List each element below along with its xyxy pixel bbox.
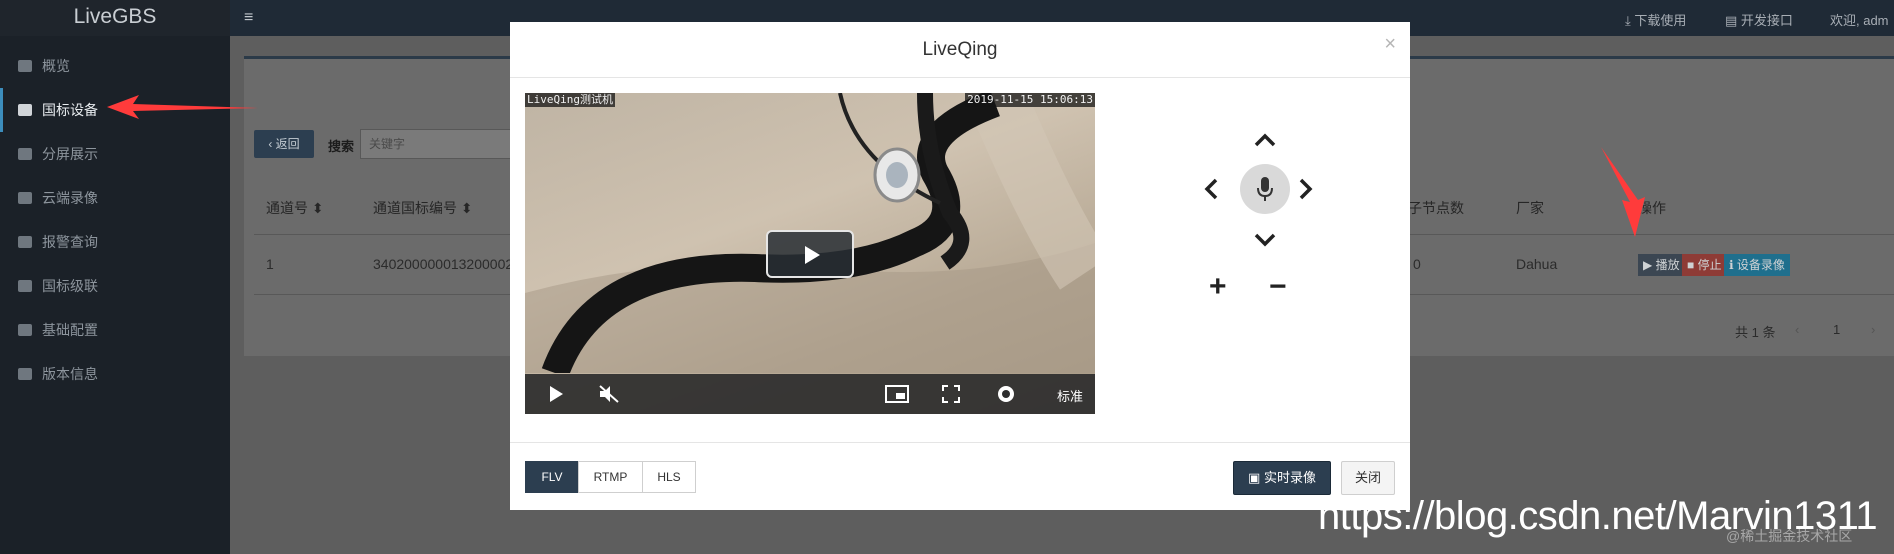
dashboard-icon bbox=[18, 60, 32, 72]
player-control-bar: 标准 bbox=[525, 374, 1095, 414]
annotation-arrow-play bbox=[1601, 147, 1645, 237]
sidebar-item-cascade[interactable]: 国标级联 bbox=[0, 264, 230, 308]
blog-watermark: https://blog.csdn.net/Marvin1311 bbox=[1318, 494, 1878, 538]
mute-icon[interactable] bbox=[598, 384, 620, 404]
protocol-tab-rtmp[interactable]: RTMP bbox=[578, 461, 643, 493]
cell-gb-id: 340200000013200002 bbox=[373, 256, 514, 272]
sidebar-item-label: 国标设备 bbox=[42, 102, 98, 118]
grid-icon bbox=[18, 148, 32, 160]
stop-button[interactable]: ■ 停止 bbox=[1682, 254, 1727, 276]
cell-children: 0 bbox=[1413, 256, 1421, 272]
info-icon: ℹ bbox=[1729, 258, 1737, 272]
column-header-channel[interactable]: 通道号 ⬍ bbox=[266, 198, 324, 218]
osd-timestamp: 2019-11-15 15:06:13 bbox=[965, 93, 1095, 107]
sidebar-item-split-screen[interactable]: 分屏展示 bbox=[0, 132, 230, 176]
sidebar-item-label: 国标级联 bbox=[42, 278, 98, 294]
snapshot-icon[interactable] bbox=[996, 384, 1016, 404]
pager-next[interactable]: › bbox=[1871, 322, 1875, 337]
protocol-tab-flv[interactable]: FLV bbox=[525, 461, 579, 493]
pager-prev[interactable]: ‹ bbox=[1795, 322, 1799, 337]
search-label: 搜索 bbox=[328, 139, 355, 154]
column-header-vendor: 厂家 bbox=[1516, 200, 1544, 216]
big-play-button[interactable] bbox=[766, 230, 854, 278]
cloud-icon bbox=[18, 192, 32, 204]
player-modal: LiveQing × LiveQing测试机 2019-11-15 15:06:… bbox=[510, 22, 1410, 510]
gears-icon bbox=[18, 324, 32, 336]
ptz-control: + − bbox=[1195, 122, 1315, 322]
play-circle-icon: ▶ bbox=[1643, 258, 1656, 272]
microphone-icon bbox=[1257, 177, 1273, 201]
hamburger-icon[interactable]: ≡ bbox=[244, 9, 253, 27]
back-button[interactable]: ‹ 返回 bbox=[254, 130, 314, 158]
device-record-button[interactable]: ℹ 设备录像 bbox=[1724, 254, 1790, 276]
sidebar: LiveGBS 概览 国标设备 分屏展示 云端录像 报警查询 国标级联 基础配置… bbox=[0, 0, 230, 554]
stop-icon: ■ bbox=[1687, 258, 1698, 272]
pager-page[interactable]: 1 bbox=[1833, 322, 1840, 337]
video-player[interactable]: LiveQing测试机 2019-11-15 15:06:13 标准 bbox=[525, 93, 1095, 414]
play-icon bbox=[805, 246, 820, 264]
api-link[interactable]: ▤ 开发接口 bbox=[1725, 10, 1793, 29]
quality-selector[interactable]: 标准 bbox=[1057, 386, 1083, 405]
sidebar-item-config[interactable]: 基础配置 bbox=[0, 308, 230, 352]
protocol-tab-hls[interactable]: HLS bbox=[642, 461, 696, 493]
zoom-in-button[interactable]: + bbox=[1209, 272, 1227, 302]
sidebar-item-overview[interactable]: 概览 bbox=[0, 44, 230, 88]
picture-in-picture-icon[interactable] bbox=[885, 384, 909, 404]
microphone-button[interactable] bbox=[1240, 164, 1290, 214]
save-icon: ▣ bbox=[1248, 470, 1264, 485]
sidebar-item-label: 报警查询 bbox=[42, 234, 98, 250]
sidebar-item-label: 云端录像 bbox=[42, 190, 98, 206]
modal-footer: FLV RTMP HLS ▣ 实时录像 关闭 bbox=[510, 442, 1410, 510]
column-header-gb-id[interactable]: 通道国标编号 ⬍ bbox=[373, 198, 473, 218]
download-icon: ⤓ bbox=[1625, 13, 1635, 28]
chevron-left-icon[interactable] bbox=[1203, 177, 1219, 201]
chevron-up-icon[interactable] bbox=[1253, 132, 1277, 148]
pager-total: 共 1 条 bbox=[1735, 325, 1776, 340]
download-link[interactable]: ⤓ 下载使用 bbox=[1625, 10, 1686, 29]
zoom-out-button[interactable]: − bbox=[1269, 272, 1287, 302]
close-icon[interactable]: × bbox=[1384, 34, 1396, 54]
modal-title: LiveQing bbox=[510, 22, 1410, 78]
close-button[interactable]: 关闭 bbox=[1341, 461, 1395, 495]
chevron-right-icon[interactable] bbox=[1298, 177, 1314, 201]
welcome-user[interactable]: 欢迎, adm bbox=[1830, 10, 1889, 29]
sidebar-item-label: 分屏展示 bbox=[42, 146, 98, 162]
sidebar-item-version[interactable]: 版本信息 bbox=[0, 352, 230, 396]
column-header-children[interactable]: 子节点数 bbox=[1408, 198, 1464, 218]
sidebar-item-label: 版本信息 bbox=[42, 366, 98, 382]
book-icon: ▤ bbox=[1725, 13, 1741, 28]
cell-channel: 1 bbox=[266, 256, 274, 272]
cloud-upload-icon bbox=[18, 280, 32, 292]
play-button[interactable]: ▶ 播放 bbox=[1638, 254, 1685, 276]
chevron-left-icon: ‹ bbox=[268, 137, 276, 151]
sidebar-item-label: 基础配置 bbox=[42, 322, 98, 338]
bell-icon bbox=[18, 236, 32, 248]
cell-vendor: Dahua bbox=[1516, 256, 1558, 272]
annotation-arrow-sidebar bbox=[107, 95, 258, 119]
chevron-down-icon[interactable] bbox=[1253, 232, 1277, 248]
play-icon[interactable] bbox=[547, 384, 565, 404]
sidebar-item-alarm[interactable]: 报警查询 bbox=[0, 220, 230, 264]
osd-camera-name: LiveQing测试机 bbox=[525, 93, 615, 107]
sidebar-item-cloud-recording[interactable]: 云端录像 bbox=[0, 176, 230, 220]
video-camera-icon bbox=[18, 104, 32, 116]
realtime-record-button[interactable]: ▣ 实时录像 bbox=[1233, 461, 1331, 495]
fullscreen-icon[interactable] bbox=[941, 384, 961, 404]
globe-icon bbox=[18, 368, 32, 380]
brand-logo[interactable]: LiveGBS bbox=[0, 0, 230, 36]
sidebar-item-label: 概览 bbox=[42, 58, 70, 74]
